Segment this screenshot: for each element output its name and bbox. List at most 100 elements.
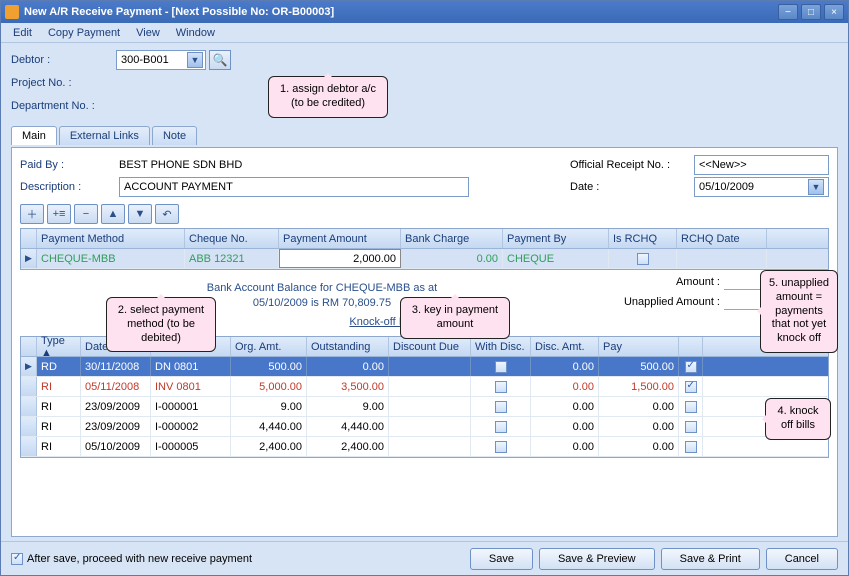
row-indicator-icon	[21, 417, 37, 436]
debtor-combo[interactable]: 300-B001 ▼	[116, 50, 206, 70]
col-rchq-date[interactable]: RCHQ Date	[677, 229, 767, 248]
debtor-search-button[interactable]: 🔍	[209, 50, 231, 70]
col-type[interactable]: Type ▲	[37, 337, 81, 356]
cell-with-disc[interactable]	[471, 417, 531, 436]
save-preview-button[interactable]: Save & Preview	[539, 548, 655, 570]
checkbox-icon[interactable]	[495, 361, 507, 373]
col-is-rchq[interactable]: Is RCHQ	[609, 229, 677, 248]
cell-date: 23/09/2009	[81, 417, 151, 436]
cell-bank-charge[interactable]: 0.00	[401, 249, 503, 268]
col-with-disc[interactable]: With Disc.	[471, 337, 531, 356]
knockoff-row[interactable]: RI05/11/2008INV 08015,000.003,500.000.00…	[21, 377, 828, 397]
payment-row[interactable]: ▶ CHEQUE-MBB ABB 12321 2,000.00 0.00 CHE…	[21, 249, 828, 269]
project-label: Project No. :	[11, 77, 116, 89]
knockoff-row[interactable]: ▶RD30/11/2008DN 0801500.000.000.00500.00	[21, 357, 828, 377]
bank-balance-text: Bank Account Balance for CHEQUE-MBB as a…	[20, 281, 624, 310]
footer: After save, proceed with new receive pay…	[1, 541, 848, 575]
col-outstanding[interactable]: Outstanding	[307, 337, 389, 356]
knockoff-grid: Type ▲ Date No. Org. Amt. Outstanding Di…	[20, 336, 829, 458]
unapplied-label: Unapplied Amount :	[624, 296, 720, 308]
maximize-button[interactable]: □	[801, 4, 821, 20]
checkbox-icon[interactable]	[495, 381, 507, 393]
undo-button[interactable]: ↶	[155, 204, 179, 224]
cell-knock-check[interactable]	[679, 377, 703, 396]
cell-knock-check[interactable]	[679, 357, 703, 376]
cell-pay[interactable]: 500.00	[599, 357, 679, 376]
checkbox-icon[interactable]	[495, 401, 507, 413]
col-pay[interactable]: Pay	[599, 337, 679, 356]
cell-with-disc[interactable]	[471, 397, 531, 416]
save-print-button[interactable]: Save & Print	[661, 548, 760, 570]
amount-label: Amount :	[676, 276, 720, 288]
app-window: New A/R Receive Payment - [Next Possible…	[0, 0, 849, 576]
close-button[interactable]: ×	[824, 4, 844, 20]
cell-is-rchq[interactable]	[609, 249, 677, 268]
checkbox-icon[interactable]	[495, 421, 507, 433]
cell-knock-check[interactable]	[679, 417, 703, 436]
menu-window[interactable]: Window	[170, 25, 221, 41]
col-payment-by[interactable]: Payment By	[503, 229, 609, 248]
menu-edit[interactable]: Edit	[7, 25, 38, 41]
insert-row-button[interactable]: +≡	[47, 204, 71, 224]
col-payment-amount[interactable]: Payment Amount	[279, 229, 401, 248]
description-input[interactable]: ACCOUNT PAYMENT	[119, 177, 469, 197]
cell-pay[interactable]: 1,500.00	[599, 377, 679, 396]
cancel-button[interactable]: Cancel	[766, 548, 838, 570]
cell-with-disc[interactable]	[471, 377, 531, 396]
add-row-button[interactable]: ＋	[20, 204, 44, 224]
cell-knock-check[interactable]	[679, 397, 703, 416]
cell-type: RI	[37, 417, 81, 436]
col-cheque-no[interactable]: Cheque No.	[185, 229, 279, 248]
checkbox-icon[interactable]	[685, 361, 697, 373]
col-org-amt[interactable]: Org. Amt.	[231, 337, 307, 356]
after-save-checkbox[interactable]	[11, 553, 23, 565]
col-date[interactable]: Date	[81, 337, 151, 356]
col-discount-due[interactable]: Discount Due	[389, 337, 471, 356]
cell-with-disc[interactable]	[471, 437, 531, 456]
minimize-button[interactable]: −	[778, 4, 798, 20]
checkbox-icon[interactable]	[495, 441, 507, 453]
cell-pay[interactable]: 0.00	[599, 437, 679, 456]
checkbox-icon[interactable]	[685, 441, 697, 453]
cell-date: 30/11/2008	[81, 357, 151, 376]
checkbox-icon[interactable]	[685, 421, 697, 433]
cell-discount-due	[389, 377, 471, 396]
save-button[interactable]: Save	[470, 548, 533, 570]
chevron-down-icon[interactable]: ▼	[187, 52, 203, 68]
tab-main[interactable]: Main	[11, 126, 57, 145]
delete-row-button[interactable]: −	[74, 204, 98, 224]
tab-external-links[interactable]: External Links	[59, 126, 150, 145]
official-receipt-input[interactable]: <<New>>	[694, 155, 829, 175]
cell-pay[interactable]: 0.00	[599, 417, 679, 436]
cell-with-disc[interactable]	[471, 357, 531, 376]
col-check[interactable]	[679, 337, 703, 356]
date-input[interactable]: 05/10/2009 ▼	[694, 177, 829, 197]
col-payment-method[interactable]: Payment Method	[37, 229, 185, 248]
checkbox-icon[interactable]	[685, 381, 697, 393]
tab-note[interactable]: Note	[152, 126, 197, 145]
knockoff-row[interactable]: RI23/09/2009I-0000019.009.000.000.00	[21, 397, 828, 417]
knockoff-row[interactable]: RI23/09/2009I-0000024,440.004,440.000.00…	[21, 417, 828, 437]
col-bank-charge[interactable]: Bank Charge	[401, 229, 503, 248]
menu-copy-payment[interactable]: Copy Payment	[42, 25, 126, 41]
cell-pay[interactable]: 0.00	[599, 397, 679, 416]
date-dropdown-icon[interactable]: ▼	[808, 179, 824, 195]
menubar: Edit Copy Payment View Window	[1, 23, 848, 43]
cell-rchq-date[interactable]	[677, 249, 767, 268]
window-title: New A/R Receive Payment - [Next Possible…	[24, 6, 778, 18]
col-disc-amt[interactable]: Disc. Amt.	[531, 337, 599, 356]
cell-cheque-no[interactable]: ABB 12321	[185, 249, 279, 268]
checkbox-icon[interactable]	[685, 401, 697, 413]
knock-off-link[interactable]: Knock-off Invoices/Debit Notes	[20, 316, 829, 328]
cell-payment-amount[interactable]: 2,000.00	[279, 249, 401, 268]
menu-view[interactable]: View	[130, 25, 166, 41]
cell-payment-method[interactable]: CHEQUE-MBB	[37, 249, 185, 268]
cell-payment-by[interactable]: CHEQUE	[503, 249, 609, 268]
knockoff-row[interactable]: RI05/10/2009I-0000052,400.002,400.000.00…	[21, 437, 828, 457]
move-down-button[interactable]: ▼	[128, 204, 152, 224]
col-no[interactable]: No.	[151, 337, 231, 356]
checkbox-icon[interactable]	[637, 253, 649, 265]
cell-knock-check[interactable]	[679, 437, 703, 456]
move-up-button[interactable]: ▲	[101, 204, 125, 224]
cell-no: DN 0801	[151, 357, 231, 376]
